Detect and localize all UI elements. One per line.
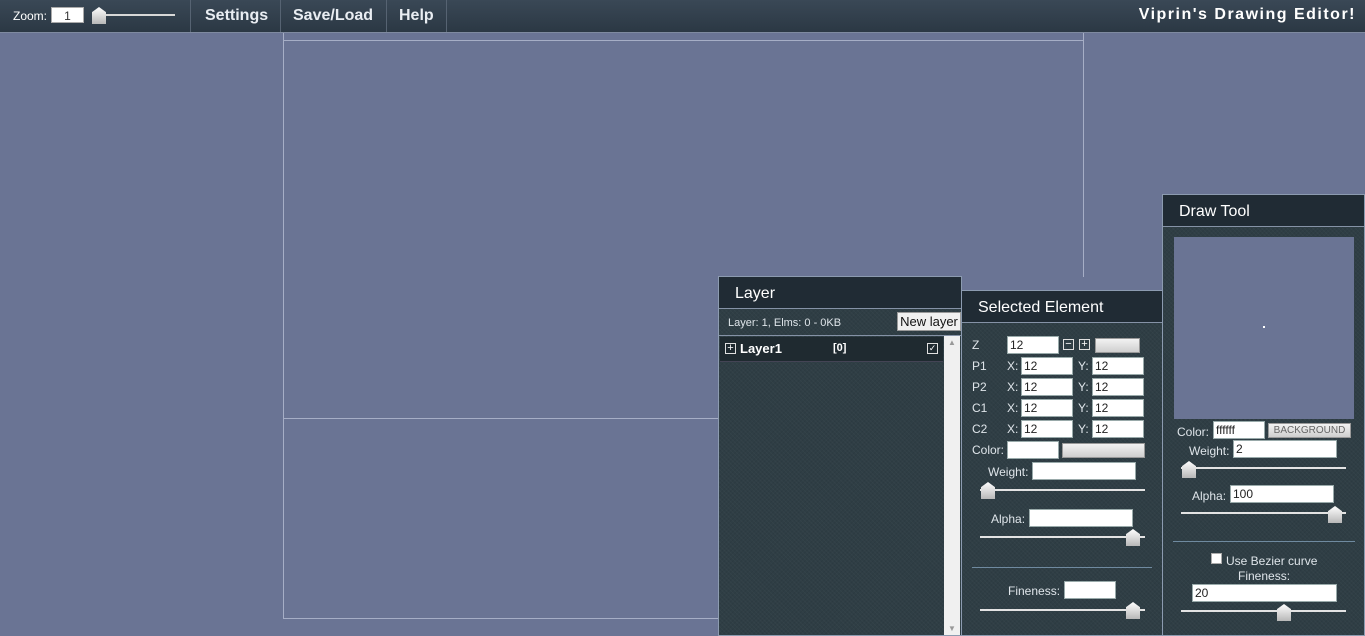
draw-fineness-slider-handle[interactable] (1277, 604, 1291, 621)
x-label: X: (1007, 422, 1019, 436)
selected-element-title: Selected Element (978, 299, 1104, 316)
bezier-checkbox[interactable] (1211, 553, 1222, 564)
draw-tool-title: Draw Tool (1179, 203, 1250, 220)
brush-preview (1174, 237, 1354, 419)
menu-divider (386, 0, 387, 32)
point-label: C1 (972, 401, 988, 415)
selected-element-panel: Selected Element Z 12 − + P1 X: 12 Y: 12… (961, 290, 1164, 636)
c1-y-input[interactable]: 12 (1092, 399, 1144, 417)
section-divider (1173, 541, 1355, 542)
element-weight-slider-handle[interactable] (981, 482, 995, 499)
draw-fineness-input[interactable]: 20 (1192, 584, 1337, 602)
canvas-guide-left (283, 33, 284, 619)
element-alpha-input[interactable] (1029, 509, 1133, 527)
canvas-guide-top (283, 40, 1084, 41)
z-label: Z (972, 338, 980, 352)
fineness-label: Fineness: (1238, 569, 1291, 583)
bezier-label: Use Bezier curve (1226, 554, 1318, 568)
c2-x-input[interactable]: 12 (1021, 420, 1073, 438)
draw-alpha-slider-track[interactable] (1181, 512, 1346, 514)
menu-divider (446, 0, 447, 32)
canvas-guide-middle (283, 418, 719, 419)
layer-scrollbar[interactable]: ▲ ▼ (944, 336, 960, 635)
x-label: X: (1007, 380, 1019, 394)
x-label: X: (1007, 401, 1019, 415)
c2-y-input[interactable]: 12 (1092, 420, 1144, 438)
z-decrease-icon[interactable]: − (1063, 339, 1074, 350)
scroll-up-arrow-icon[interactable]: ▲ (948, 338, 956, 347)
point-label: P1 (972, 359, 987, 373)
layer-visibility-checkbox[interactable]: ✓ (927, 343, 938, 354)
element-color-input[interactable] (1007, 441, 1059, 459)
background-button[interactable]: BACKGROUND (1268, 423, 1351, 438)
zoom-label: Zoom: (13, 9, 48, 23)
layer-panel-title: Layer (735, 285, 776, 302)
draw-weight-slider-track[interactable] (1181, 467, 1346, 469)
menu-divider (190, 0, 191, 32)
element-weight-input[interactable] (1032, 462, 1136, 480)
z-apply-button[interactable] (1095, 338, 1140, 353)
weight-label: Weight: (1189, 444, 1230, 458)
scroll-down-arrow-icon[interactable]: ▼ (948, 624, 956, 633)
point-label: P2 (972, 380, 987, 394)
draw-tool-panel: Draw Tool Color: ffffff BACKGROUND Weigh… (1162, 194, 1365, 636)
layer-panel: Layer Layer: 1, Elms: 0 - 0KB New layer … (718, 276, 962, 636)
layer-info: Layer: 1, Elms: 0 - 0KB (728, 317, 842, 329)
canvas-guide-bottom (283, 618, 719, 619)
draw-tool-header[interactable]: Draw Tool (1163, 195, 1364, 227)
z-input[interactable]: 12 (1007, 336, 1059, 354)
element-fineness-slider-track[interactable] (980, 609, 1145, 611)
layer-row[interactable]: + Layer1 [0] ✓ (720, 337, 943, 362)
y-label: Y: (1078, 401, 1089, 415)
section-divider (972, 567, 1152, 568)
p2-y-input[interactable]: 12 (1092, 378, 1144, 396)
menu-settings[interactable]: Settings (205, 7, 268, 25)
canvas-guide-right (1083, 33, 1084, 277)
element-color-picker-button[interactable] (1062, 443, 1145, 458)
zoom-input[interactable]: 1 (51, 7, 84, 23)
p1-y-input[interactable]: 12 (1092, 357, 1144, 375)
draw-alpha-slider-handle[interactable] (1328, 506, 1342, 523)
zoom-slider-handle[interactable] (92, 7, 106, 24)
color-label: Color: (972, 443, 1005, 457)
element-alpha-slider-track[interactable] (980, 536, 1145, 538)
draw-alpha-input[interactable]: 100 (1230, 485, 1334, 503)
layer-element-count: [0] (833, 342, 847, 354)
top-toolbar: Zoom: 1 Settings Save/Load Help Viprin's… (0, 0, 1365, 33)
layer-name: Layer1 (740, 341, 782, 356)
y-label: Y: (1078, 422, 1089, 436)
expand-plus-icon[interactable]: + (725, 343, 736, 354)
menu-help[interactable]: Help (399, 7, 434, 25)
brush-preview-dot (1263, 326, 1265, 328)
layer-panel-header[interactable]: Layer (719, 277, 961, 309)
new-layer-button[interactable]: New layer (897, 312, 961, 331)
app-title: Viprin's Drawing Editor! (1138, 6, 1356, 23)
x-label: X: (1007, 359, 1019, 373)
weight-label: Weight: (988, 465, 1029, 479)
element-weight-slider-track[interactable] (980, 489, 1145, 491)
color-label: Color: (1177, 425, 1210, 439)
p2-x-input[interactable]: 12 (1021, 378, 1073, 396)
draw-color-input[interactable]: ffffff (1213, 421, 1265, 439)
element-fineness-slider-handle[interactable] (1126, 602, 1140, 619)
draw-weight-slider-handle[interactable] (1182, 461, 1196, 478)
element-fineness-input[interactable] (1064, 581, 1116, 599)
menu-divider (280, 0, 281, 32)
y-label: Y: (1078, 380, 1089, 394)
c1-x-input[interactable]: 12 (1021, 399, 1073, 417)
alpha-label: Alpha: (1192, 489, 1227, 503)
alpha-label: Alpha: (991, 512, 1026, 526)
draw-fineness-slider-track[interactable] (1181, 610, 1346, 612)
z-increase-icon[interactable]: + (1079, 339, 1090, 350)
p1-x-input[interactable]: 12 (1021, 357, 1073, 375)
draw-weight-input[interactable]: 2 (1233, 440, 1337, 458)
menu-save-load[interactable]: Save/Load (293, 7, 373, 25)
y-label: Y: (1078, 359, 1089, 373)
selected-element-header[interactable]: Selected Element (962, 291, 1163, 323)
layer-panel-divider (719, 335, 961, 336)
point-label: C2 (972, 422, 988, 436)
fineness-label: Fineness: (1008, 584, 1061, 598)
element-alpha-slider-handle[interactable] (1126, 529, 1140, 546)
